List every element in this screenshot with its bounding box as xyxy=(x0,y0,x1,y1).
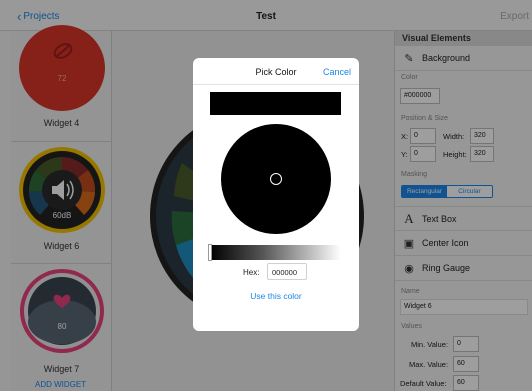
dialog-header: Pick Color Cancel xyxy=(193,58,359,85)
app-window: ‹ Projects Test Export 72 Widget 4 60dB … xyxy=(0,0,532,391)
pick-color-dialog: Pick Color Cancel Hex: 000000 Use this c… xyxy=(193,58,359,331)
hex-label: Hex: xyxy=(243,268,260,277)
color-preview-swatch xyxy=(210,92,341,115)
use-this-color-button[interactable]: Use this color xyxy=(193,291,359,301)
color-picker-handle[interactable] xyxy=(270,173,282,185)
hex-input[interactable]: 000000 xyxy=(267,263,307,280)
cancel-button[interactable]: Cancel xyxy=(323,67,351,77)
brightness-slider[interactable] xyxy=(208,244,341,261)
brightness-slider-thumb[interactable] xyxy=(208,244,212,261)
color-wheel[interactable] xyxy=(221,124,331,234)
